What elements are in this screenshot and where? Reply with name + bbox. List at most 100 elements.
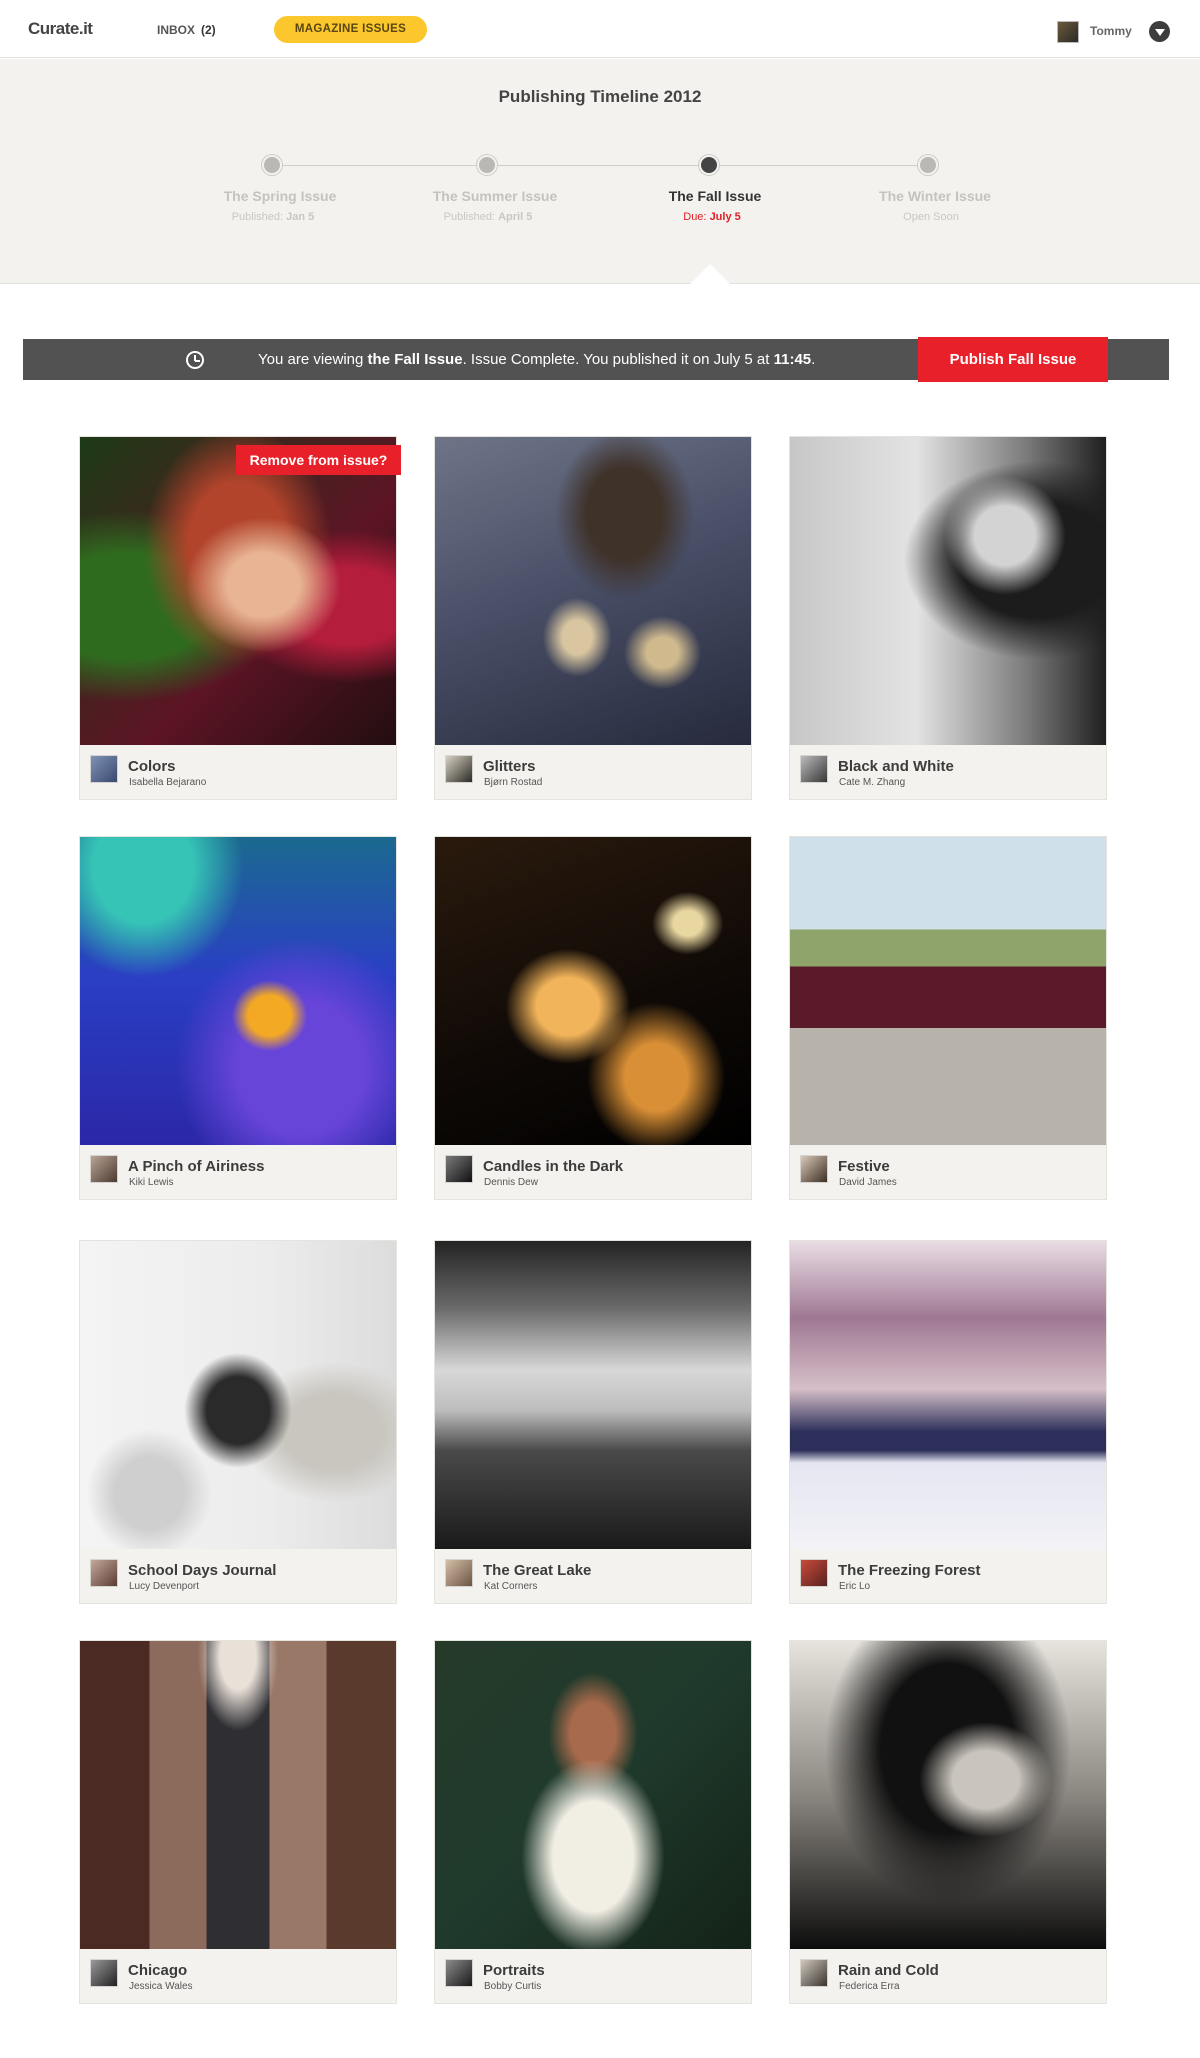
author-avatar: [800, 1559, 828, 1587]
author-avatar: [800, 755, 828, 783]
author-avatar: [800, 1959, 828, 1987]
author-avatar: [445, 1559, 473, 1587]
card-author[interactable]: David James: [839, 1177, 897, 1188]
card-author[interactable]: Eric Lo: [839, 1581, 870, 1592]
card-author[interactable]: Cate M. Zhang: [839, 777, 905, 788]
card-author[interactable]: Bobby Curtis: [484, 1981, 541, 1992]
timeline-title: Publishing Timeline 2012: [498, 87, 702, 106]
author-avatar: [445, 755, 473, 783]
card-author[interactable]: Kiki Lewis: [129, 1177, 173, 1188]
photo[interactable]: [80, 1641, 396, 1949]
photo-card[interactable]: Festive David James: [789, 836, 1107, 1200]
timeline-sub-fall: Due: July 5: [612, 211, 812, 223]
author-avatar: [445, 1959, 473, 1987]
card-title[interactable]: A Pinch of Airiness: [128, 1158, 264, 1175]
status-time: 11:45: [773, 351, 812, 368]
card-author[interactable]: Federica Erra: [839, 1981, 900, 1992]
author-avatar: [90, 1155, 118, 1183]
card-author[interactable]: Lucy Devenport: [129, 1581, 199, 1592]
photo-card[interactable]: Glitters Bjørn Rostad: [434, 436, 752, 800]
timeline-sub-winter: Open Soon: [831, 211, 1031, 223]
status-issue-name: the Fall Issue: [367, 351, 463, 368]
card-title[interactable]: Glitters: [483, 758, 536, 775]
photo-card[interactable]: Remove from issue? Colors Isabella Bejar…: [79, 436, 401, 800]
photo-card[interactable]: Black and White Cate M. Zhang: [789, 436, 1107, 800]
timeline-sub-value: Open Soon: [903, 211, 959, 223]
card-title[interactable]: Black and White: [838, 758, 954, 775]
timeline-dot-fall[interactable]: [699, 155, 719, 175]
brand-logo[interactable]: Curate.it: [28, 19, 93, 39]
card-title[interactable]: Colors: [128, 758, 176, 775]
timeline-issue-winter[interactable]: The Winter Issue: [835, 188, 1035, 204]
timeline-dot-summer[interactable]: [477, 155, 497, 175]
remove-from-issue-button[interactable]: Remove from issue?: [236, 445, 401, 475]
photo[interactable]: [435, 1641, 751, 1949]
status-text-part: You are viewing: [258, 351, 368, 368]
magazine-issues-button[interactable]: MAGAZINE ISSUES: [274, 16, 427, 43]
chevron-down-icon[interactable]: [1149, 21, 1170, 42]
photo[interactable]: [435, 437, 751, 745]
card-author[interactable]: Jessica Wales: [129, 1981, 193, 1992]
timeline-sub-value: July 5: [709, 211, 741, 223]
photo-card[interactable]: The Freezing Forest Eric Lo: [789, 1240, 1107, 1604]
publish-fall-issue-button[interactable]: Publish Fall Issue: [918, 337, 1108, 382]
card-title[interactable]: Portraits: [483, 1962, 545, 1979]
author-avatar: [90, 1959, 118, 1987]
card-title[interactable]: Festive: [838, 1158, 890, 1175]
timeline-sub-value: April 5: [498, 211, 533, 223]
card-author[interactable]: Bjørn Rostad: [484, 777, 542, 788]
timeline-issue-spring[interactable]: The Spring Issue: [180, 188, 380, 204]
author-avatar: [90, 755, 118, 783]
photo[interactable]: [80, 437, 396, 745]
timeline-issue-summer[interactable]: The Summer Issue: [395, 188, 595, 204]
card-author[interactable]: Isabella Bejarano: [129, 777, 206, 788]
inbox-label: INBOX: [157, 23, 196, 37]
status-text-part: .: [811, 351, 816, 368]
user-avatar[interactable]: [1057, 21, 1079, 43]
top-nav: Curate.it INBOX (2) MAGAZINE ISSUES Tommy: [0, 0, 1200, 58]
timeline-dot-winter[interactable]: [918, 155, 938, 175]
photo-card[interactable]: The Great Lake Kat Corners: [434, 1240, 752, 1604]
photo-card[interactable]: School Days Journal Lucy Devenport: [79, 1240, 397, 1604]
photo-card[interactable]: Chicago Jessica Wales: [79, 1640, 397, 2004]
card-title[interactable]: School Days Journal: [128, 1562, 276, 1579]
timeline-line: [272, 165, 928, 166]
photo[interactable]: [80, 1241, 396, 1549]
timeline-sub-summer: Published: April 5: [388, 211, 588, 223]
timeline-pointer: [689, 264, 731, 285]
timeline-sub-value: Jan 5: [286, 211, 315, 223]
photo[interactable]: [790, 837, 1106, 1145]
status-message: You are viewing the Fall Issue. Issue Co…: [258, 351, 815, 368]
card-author[interactable]: Kat Corners: [484, 1581, 537, 1592]
card-title[interactable]: Rain and Cold: [838, 1962, 939, 1979]
timeline-sub-prefix: Published:: [231, 211, 284, 223]
photo-card[interactable]: Candles in the Dark Dennis Dew: [434, 836, 752, 1200]
clock-icon: [186, 351, 204, 369]
card-author[interactable]: Dennis Dew: [484, 1177, 538, 1188]
timeline-issue-fall[interactable]: The Fall Issue: [615, 188, 815, 204]
photo-card[interactable]: A Pinch of Airiness Kiki Lewis: [79, 836, 397, 1200]
photo[interactable]: [435, 837, 751, 1145]
card-title[interactable]: Chicago: [128, 1962, 187, 1979]
card-title[interactable]: Candles in the Dark: [483, 1158, 623, 1175]
photo-card[interactable]: Portraits Bobby Curtis: [434, 1640, 752, 2004]
timeline-sub-prefix: Published:: [443, 211, 496, 223]
inbox-count: (2): [201, 23, 216, 37]
photo[interactable]: [790, 1241, 1106, 1549]
author-avatar: [90, 1559, 118, 1587]
card-title[interactable]: The Great Lake: [483, 1562, 591, 1579]
author-avatar: [445, 1155, 473, 1183]
status-text-part: . Issue Complete. You published it on Ju…: [462, 351, 774, 368]
photo[interactable]: [790, 1641, 1106, 1949]
card-title[interactable]: The Freezing Forest: [838, 1562, 981, 1579]
photo[interactable]: [435, 1241, 751, 1549]
photo[interactable]: [80, 837, 396, 1145]
photo[interactable]: [790, 437, 1106, 745]
user-name[interactable]: Tommy: [1090, 24, 1132, 38]
inbox-link[interactable]: INBOX (2): [157, 23, 216, 37]
publishing-timeline: Publishing Timeline 2012 The Spring Issu…: [0, 59, 1200, 284]
issue-status-bar: You are viewing the Fall Issue. Issue Co…: [23, 337, 1169, 382]
timeline-sub-spring: Published: Jan 5: [173, 211, 373, 223]
timeline-dot-spring[interactable]: [262, 155, 282, 175]
photo-card[interactable]: Rain and Cold Federica Erra: [789, 1640, 1107, 2004]
